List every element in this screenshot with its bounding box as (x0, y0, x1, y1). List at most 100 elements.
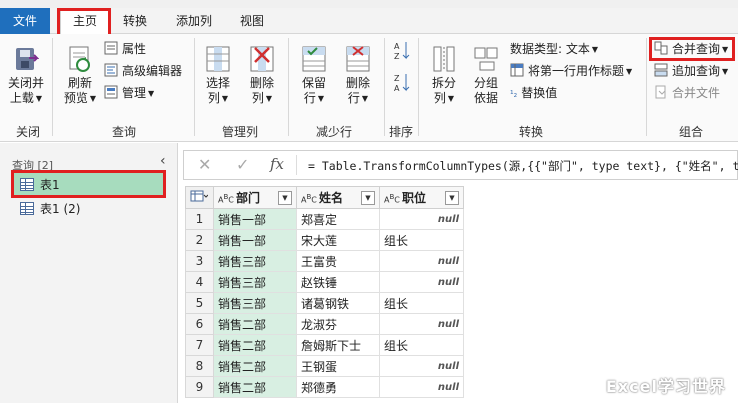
title-bar (0, 0, 738, 8)
data-type-label: 数据类型: 文本 (510, 42, 590, 56)
table-row[interactable]: 8 销售二部 王钢蛋 null (185, 355, 464, 377)
cell-dept[interactable]: 销售二部 (213, 355, 297, 377)
cell-name[interactable]: 宋大莲 (296, 229, 380, 251)
group-label-reduce-rows: 减少行 (315, 125, 352, 139)
table-row[interactable]: 6 销售二部 龙淑芬 null (185, 313, 464, 335)
remove-rows-button[interactable]: 删除 行 ▼ (338, 44, 378, 106)
text-type-icon: ABC (301, 193, 317, 205)
fx-icon[interactable]: fx (270, 155, 284, 173)
text-type-icon: ABC (384, 193, 400, 205)
cell-name[interactable]: 郑喜定 (296, 208, 380, 230)
split-column-icon (433, 46, 455, 72)
data-type-dropdown[interactable]: 数据类型: 文本 ▼ (510, 40, 598, 58)
table-row[interactable]: 1 销售一部 郑喜定 null (185, 208, 464, 230)
combine-files-button[interactable]: 合并文件 (654, 84, 720, 102)
first-row-header-button[interactable]: 将第一行用作标题 ▼ (510, 62, 632, 80)
properties-label: 属性 (122, 42, 147, 56)
tab-file[interactable]: 文件 (0, 8, 50, 34)
svg-text:Z: Z (394, 52, 400, 61)
collapse-pane-icon[interactable]: ‹ (160, 153, 166, 169)
properties-button[interactable]: 属性 (104, 40, 146, 58)
cell-position[interactable]: 组长 (379, 229, 464, 251)
refresh-preview-button[interactable]: 刷新 预览 ▼ (60, 44, 100, 106)
choose-columns-label-2: 列 (207, 91, 220, 105)
manage-button[interactable]: 管理 ▼ (104, 84, 154, 102)
table-row[interactable]: 2 销售一部 宋大莲 组长 (185, 229, 464, 251)
column-header-dept[interactable]: ABC 部门 ▼ (213, 186, 297, 209)
cell-dept[interactable]: 销售三部 (213, 292, 297, 314)
table-row[interactable]: 3 销售三部 王富贵 null (185, 250, 464, 272)
tab-transform[interactable]: 转换 (112, 8, 158, 34)
cell-position[interactable]: null (379, 355, 464, 377)
cell-dept[interactable]: 销售二部 (213, 313, 297, 335)
cell-position[interactable]: 组长 (379, 334, 464, 356)
cell-position[interactable]: null (379, 313, 464, 335)
tab-view[interactable]: 视图 (230, 8, 274, 34)
column-header-position[interactable]: ABC 职位 ▼ (379, 186, 464, 209)
column-filter-icon[interactable]: ▼ (278, 191, 292, 205)
table-row[interactable]: 4 销售三部 赵铁锤 null (185, 271, 464, 293)
formula-separator (296, 155, 297, 175)
cell-name[interactable]: 王钢蛋 (296, 355, 380, 377)
query-item-table1-2[interactable]: 表1 (2) (14, 197, 164, 221)
cell-position[interactable]: null (379, 271, 464, 293)
choose-columns-label-1: 选择 (205, 76, 230, 90)
cell-dept[interactable]: 销售三部 (213, 271, 297, 293)
column-filter-icon[interactable]: ▼ (445, 191, 459, 205)
ribbon-separator (418, 38, 419, 136)
cell-name[interactable]: 诸葛钢铁 (296, 292, 380, 314)
cell-name[interactable]: 赵铁锤 (296, 271, 380, 293)
choose-columns-button[interactable]: 选择 列 ▼ (198, 44, 238, 106)
cell-dept[interactable]: 销售一部 (213, 229, 297, 251)
formula-input[interactable]: = Table.TransformColumnTypes(源,{{"部门", t… (308, 158, 738, 174)
cell-position[interactable]: null (379, 208, 464, 230)
replace-values-button[interactable]: ¹₂ 替换值 (510, 84, 557, 102)
remove-rows-label-1: 删除 (345, 76, 370, 90)
cell-dept[interactable]: 销售三部 (213, 250, 297, 272)
group-by-label-2: 依据 (473, 91, 498, 105)
group-label-close: 关闭 (15, 125, 40, 139)
cell-name[interactable]: 詹姆斯下士 (296, 334, 380, 356)
advanced-editor-button[interactable]: 高级编辑器 (104, 62, 182, 80)
cell-dept[interactable]: 销售二部 (213, 334, 297, 356)
group-label-sort: 排序 (388, 125, 413, 139)
table-row[interactable]: 7 销售二部 詹姆斯下士 组长 (185, 334, 464, 356)
column-title: 部门 (236, 191, 261, 205)
row-number: 3 (185, 250, 214, 272)
table-menu-corner[interactable] (185, 186, 214, 209)
cell-position[interactable]: null (379, 376, 464, 398)
remove-columns-label-2: 列 (251, 91, 264, 105)
row-number: 2 (185, 229, 214, 251)
column-header-name[interactable]: ABC 姓名 ▼ (296, 186, 380, 209)
close-load-button[interactable]: 关闭并 上载 ▼ (6, 44, 46, 106)
sort-descending-button[interactable]: ZA (394, 72, 410, 93)
advanced-editor-icon (104, 63, 118, 77)
cell-position[interactable]: null (379, 250, 464, 272)
svg-text:A: A (394, 42, 400, 51)
keep-rows-button[interactable]: 保留 行 ▼ (294, 44, 334, 106)
cancel-icon[interactable]: ✕ (198, 155, 211, 174)
ribbon-separator (646, 38, 647, 136)
advanced-editor-label: 高级编辑器 (122, 64, 183, 78)
append-queries-icon (654, 63, 668, 77)
append-queries-button[interactable]: 追加查询 ▼ (654, 62, 728, 80)
table-row[interactable]: 5 销售三部 诸葛钢铁 组长 (185, 292, 464, 314)
cell-dept[interactable]: 销售一部 (213, 208, 297, 230)
cell-name[interactable]: 王富贵 (296, 250, 380, 272)
tab-add-column[interactable]: 添加列 (166, 8, 222, 34)
sort-ascending-button[interactable]: AZ (394, 40, 410, 61)
replace-values-label: 替换值 (521, 86, 558, 100)
split-column-button[interactable]: 拆分 列 ▼ (424, 44, 464, 106)
cell-dept[interactable]: 销售二部 (213, 376, 297, 398)
row-number: 9 (185, 376, 214, 398)
cell-name[interactable]: 郑德勇 (296, 376, 380, 398)
column-filter-icon[interactable]: ▼ (361, 191, 375, 205)
confirm-icon[interactable]: ✓ (236, 155, 249, 174)
keep-rows-label-1: 保留 (301, 76, 326, 90)
column-title: 姓名 (319, 191, 344, 205)
group-by-button[interactable]: 分组 依据 (466, 44, 506, 106)
remove-columns-button[interactable]: 删除 列 ▼ (242, 44, 282, 106)
cell-position[interactable]: 组长 (379, 292, 464, 314)
cell-name[interactable]: 龙淑芬 (296, 313, 380, 335)
table-row[interactable]: 9 销售二部 郑德勇 null (185, 376, 464, 398)
